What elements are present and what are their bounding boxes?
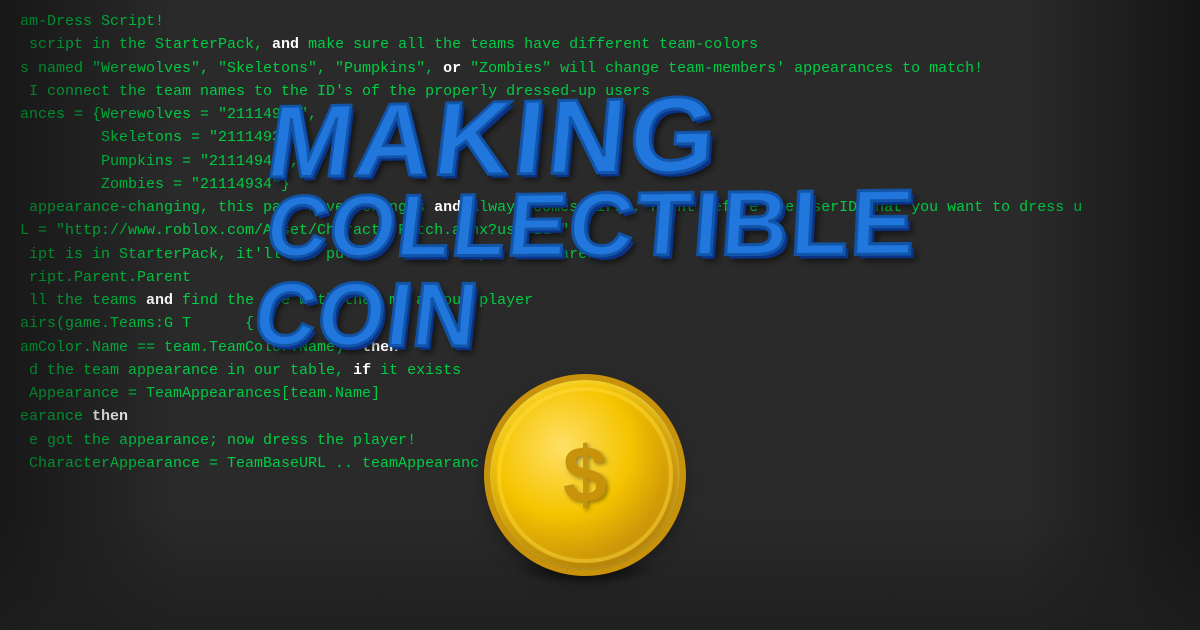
code-line: script in the StarterPack, and make sure… [20, 33, 1180, 56]
code-line: s named "Werewolves", "Skeletons", "Pump… [20, 57, 1180, 80]
code-line: am-Dress Script! [20, 10, 1180, 33]
coin: $ [490, 380, 680, 570]
title-overlay: MAKING COLLECTIBLE COIN [256, 76, 973, 366]
title-collectible-coin: COLLECTIBLE COIN [249, 176, 970, 366]
coin-container: $ [490, 380, 680, 570]
coin-dollar-sign: $ [563, 435, 608, 515]
